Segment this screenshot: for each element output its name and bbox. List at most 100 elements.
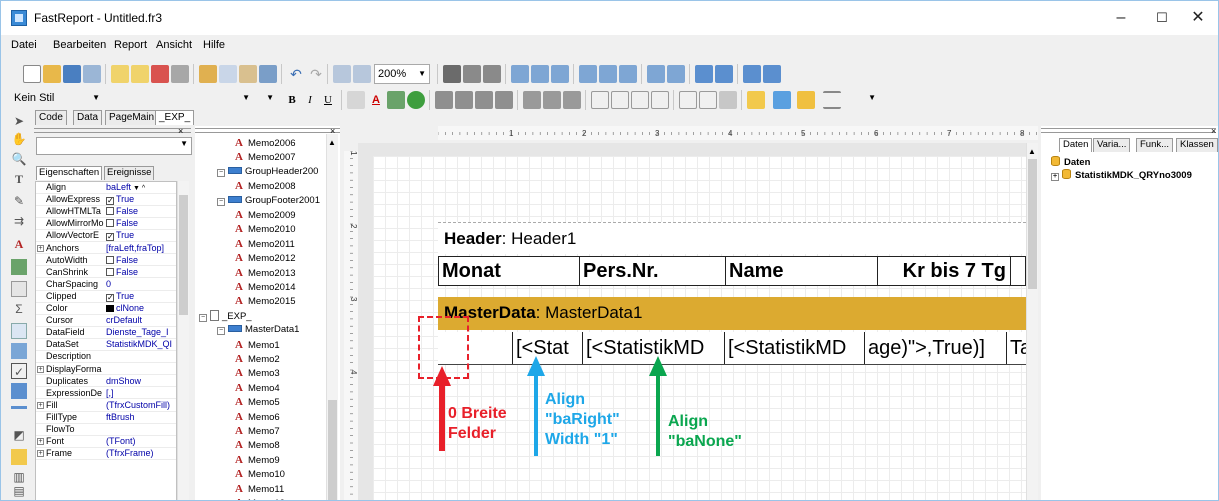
checkbox-icon[interactable]	[106, 207, 114, 216]
highlight-icon[interactable]	[387, 91, 405, 109]
tree-item-memo[interactable]: A Memo10	[235, 468, 285, 480]
folder-tool-icon[interactable]	[11, 449, 27, 465]
frame-shadow-icon[interactable]	[719, 91, 737, 109]
close-icon[interactable]: ×	[178, 126, 183, 136]
property-value[interactable]: [,]	[106, 388, 176, 399]
column-header-persnr[interactable]: Pers.Nr.	[580, 257, 726, 285]
text-align-left-icon[interactable]	[435, 91, 453, 109]
tab-code[interactable]: Code	[35, 110, 67, 125]
property-row[interactable]: Description	[36, 351, 176, 364]
text-tool-icon[interactable]: T	[11, 171, 27, 187]
property-value[interactable]: [fraLeft,fraTop]	[106, 243, 176, 254]
save-icon[interactable]	[63, 65, 81, 83]
tab-eigenschaften[interactable]: Eigenschaften	[36, 166, 103, 180]
property-row[interactable]: DataField Dienste_Tage_I	[36, 327, 176, 339]
tree-scrollbar[interactable]: ▲	[326, 134, 338, 500]
align-top-icon[interactable]	[579, 65, 597, 83]
checked-checkbox-icon[interactable]: ✓	[106, 293, 114, 302]
dataset-item[interactable]: + StatistikMDK_QRYno3009	[1051, 169, 1192, 181]
property-value[interactable]: StatistikMDK_QI	[106, 339, 176, 350]
property-value[interactable]: baLeft ▼ ^	[106, 182, 176, 193]
fill-color-icon[interactable]	[747, 91, 765, 109]
property-value[interactable]: (TfrxCustomFill)	[106, 400, 176, 411]
tab-funktionen[interactable]: Funk...	[1136, 138, 1174, 152]
center-vertical-icon[interactable]	[715, 65, 733, 83]
select-tool-icon[interactable]: ➤	[11, 113, 27, 129]
frame-top-icon[interactable]	[591, 91, 609, 109]
maximize-button[interactable]: ☐	[1142, 7, 1182, 29]
undo-icon[interactable]: ↶	[287, 65, 305, 83]
tree-item-memo[interactable]: A Memo3	[235, 367, 280, 379]
picture-tool-icon[interactable]	[11, 259, 27, 275]
tree-item-band[interactable]: − GroupFooter2001	[217, 195, 320, 207]
chevron-up-icon[interactable]: ▲	[1028, 147, 1036, 156]
align-center-icon[interactable]	[531, 65, 549, 83]
tree-item-memo[interactable]: A Memo9	[235, 454, 280, 466]
zoom-tool-icon[interactable]: 🔍	[11, 151, 27, 167]
frame-right-icon[interactable]	[651, 91, 669, 109]
subreport-tool-icon[interactable]	[11, 281, 27, 297]
design-scrollbar[interactable]: ▲	[1026, 143, 1038, 500]
data-root[interactable]: Daten	[1051, 156, 1090, 168]
tab-exp[interactable]: _EXP_	[155, 110, 195, 125]
property-value[interactable]: False	[106, 206, 176, 217]
tab-daten[interactable]: Daten	[1059, 138, 1093, 152]
font-settings-icon[interactable]	[347, 91, 365, 109]
text-align-right-icon[interactable]	[475, 91, 493, 109]
text-align-center-icon[interactable]	[455, 91, 473, 109]
object-selector[interactable]: ▼	[36, 137, 192, 155]
font-name-combo[interactable]: ▼	[103, 89, 253, 109]
collapse-icon[interactable]: −	[217, 327, 225, 336]
checkbox-tool-icon[interactable]: ✓	[11, 363, 27, 379]
rich-text-tool-icon[interactable]	[11, 343, 27, 359]
property-row[interactable]: CharSpacing 0	[36, 279, 176, 291]
masterdata-band[interactable]: MasterData: MasterData1	[438, 297, 1026, 330]
same-height-icon[interactable]	[763, 65, 781, 83]
new-dialog-icon[interactable]	[131, 65, 149, 83]
property-row[interactable]: Duplicates dmShow	[36, 376, 176, 388]
font-size-combo[interactable]: ▼	[255, 89, 277, 109]
text-middle-icon[interactable]	[543, 91, 561, 109]
frame-bottom-icon[interactable]	[611, 91, 629, 109]
sum-tool-icon[interactable]: Σ	[11, 301, 27, 317]
property-value[interactable]: ✓ True	[106, 194, 176, 205]
property-row[interactable]: AllowMirrorMo False	[36, 218, 176, 231]
property-value[interactable]: crDefault	[106, 315, 176, 326]
band-tool-icon[interactable]: ⇉	[11, 213, 27, 229]
tree-item-memo[interactable]: A Memo6	[235, 411, 280, 423]
minimize-button[interactable]: –	[1101, 7, 1141, 29]
line-tool-icon[interactable]	[11, 406, 27, 422]
close-icon[interactable]: ×	[1211, 126, 1216, 136]
property-row[interactable]: FillType ftBrush	[36, 412, 176, 424]
property-row[interactable]: Clipped ✓ True	[36, 291, 176, 303]
menu-hilfe[interactable]: Hilfe	[203, 39, 225, 51]
property-value[interactable]: False	[106, 267, 176, 278]
zoom-combo[interactable]: 200% ▼	[374, 64, 430, 84]
property-row[interactable]: + Anchors [fraLeft,fraTop]	[36, 243, 176, 255]
tree-item-memo[interactable]: A Memo2007	[235, 151, 296, 163]
chevron-up-icon[interactable]: ▲	[328, 138, 336, 147]
underline-icon[interactable]: U	[319, 91, 337, 109]
tree-item-page[interactable]: − _EXP_	[199, 309, 252, 322]
property-value[interactable]: False	[106, 218, 176, 229]
memo-field[interactable]: Ta	[1006, 332, 1026, 364]
property-row[interactable]: + Font (TFont)	[36, 436, 176, 448]
new-report-icon[interactable]	[23, 65, 41, 83]
more-tools-icon[interactable]: ▤	[11, 483, 27, 499]
copy-format-icon[interactable]	[259, 65, 277, 83]
frame-width-icon[interactable]	[823, 91, 841, 109]
property-value[interactable]: (TfrxFrame)	[106, 448, 176, 459]
tree-item-band[interactable]: − GroupHeader200	[217, 166, 318, 178]
tree-item-memo[interactable]: A Memo4	[235, 382, 280, 394]
delete-page-icon[interactable]	[151, 65, 169, 83]
property-value[interactable]: ✓ True	[106, 230, 176, 242]
tree-item-memo[interactable]: A Memo7	[235, 425, 280, 437]
property-row[interactable]: Color clNone	[36, 303, 176, 315]
frame-style-icon[interactable]	[797, 91, 815, 109]
tree-item-memo[interactable]: A Memo2	[235, 353, 280, 365]
text-bottom-icon[interactable]	[563, 91, 581, 109]
group-icon[interactable]	[333, 65, 351, 83]
property-row[interactable]: + DisplayForma	[36, 364, 176, 376]
property-row[interactable]: + Frame (TfrxFrame)	[36, 448, 176, 460]
property-row[interactable]: DataSet StatistikMDK_QI	[36, 339, 176, 352]
